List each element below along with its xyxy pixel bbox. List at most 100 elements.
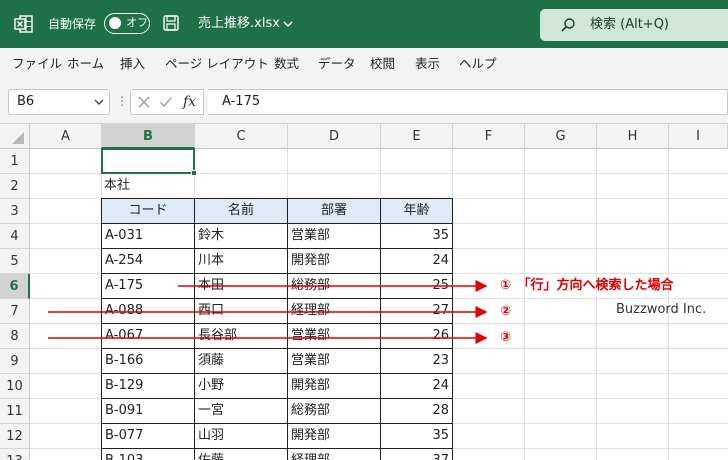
table-cell[interactable]: A-067 xyxy=(101,323,195,349)
table-header-e[interactable]: 年齢 xyxy=(380,198,453,224)
table-header-b[interactable]: コード xyxy=(101,198,195,224)
table-cell[interactable]: 27 xyxy=(380,298,453,324)
row-header-1[interactable]: 1 xyxy=(0,149,30,174)
table-cell[interactable]: 24 xyxy=(380,248,453,274)
table-cell[interactable]: 開発部 xyxy=(287,423,381,449)
name-box[interactable]: B6 xyxy=(8,89,110,115)
column-header-i[interactable]: I xyxy=(669,124,728,149)
fill-handle[interactable] xyxy=(191,170,197,176)
column-header-a[interactable]: A xyxy=(30,124,102,149)
table-cell[interactable]: B-077 xyxy=(101,423,195,449)
menu-view[interactable]: 表示 xyxy=(415,48,440,80)
table-cell[interactable]: 川本 xyxy=(194,248,288,274)
watermark: Buzzword Inc. xyxy=(616,302,707,317)
row-header-8[interactable]: 8 xyxy=(0,324,30,349)
table-cell[interactable]: B-103 xyxy=(101,448,195,460)
active-cell-outline xyxy=(101,148,195,174)
column-header-e[interactable]: E xyxy=(381,124,453,149)
table-cell[interactable]: B-166 xyxy=(101,348,195,374)
table-cell[interactable]: A-254 xyxy=(101,248,195,274)
menu-home[interactable]: ホーム xyxy=(67,48,104,80)
column-header-g[interactable]: G xyxy=(525,124,597,149)
menu-file[interactable]: ファイル xyxy=(12,48,62,80)
table-cell[interactable]: 35 xyxy=(380,423,453,449)
table-header-c[interactable]: 名前 xyxy=(194,198,288,224)
table-cell[interactable]: B-129 xyxy=(101,373,195,399)
table-cell[interactable]: 開発部 xyxy=(287,373,381,399)
formula-buttons: fx xyxy=(130,89,204,115)
table-cell[interactable]: 西口 xyxy=(194,298,288,324)
table-cell[interactable]: 山羽 xyxy=(194,423,288,449)
table-cell[interactable]: 小野 xyxy=(194,373,288,399)
menu-formulas[interactable]: 数式 xyxy=(274,48,299,80)
menu-page-layout[interactable]: ページ レイアウト xyxy=(165,48,269,80)
menu-data[interactable]: データ xyxy=(318,48,356,80)
table-cell[interactable]: 35 xyxy=(380,223,453,249)
file-name[interactable]: 売上推移.xlsx xyxy=(198,14,280,34)
formula-input[interactable]: A-175 xyxy=(208,89,728,115)
table-cell[interactable]: 28 xyxy=(380,398,453,424)
table-cell[interactable]: 本田 xyxy=(194,273,288,299)
table-cell[interactable]: 経理部 xyxy=(287,298,381,324)
row-header-12[interactable]: 12 xyxy=(0,424,30,449)
column-header-c[interactable]: C xyxy=(195,124,288,149)
row-header-6[interactable]: 6 xyxy=(0,274,30,299)
formula-value: A-175 xyxy=(222,94,261,109)
row-header-2[interactable]: 2 xyxy=(0,174,30,199)
table-cell[interactable]: 一宮 xyxy=(194,398,288,424)
table-cell[interactable]: 25 xyxy=(380,273,453,299)
row-header-5[interactable]: 5 xyxy=(0,249,30,274)
select-all-button[interactable] xyxy=(0,124,30,149)
table-cell[interactable]: 総務部 xyxy=(287,398,381,424)
table-cell[interactable]: 営業部 xyxy=(287,323,381,349)
table-cell[interactable]: 佐藤 xyxy=(194,448,288,460)
row-header-3[interactable]: 3 xyxy=(0,199,30,224)
table-cell[interactable]: 長谷部 xyxy=(194,323,288,349)
chevron-down-icon[interactable] xyxy=(282,14,294,34)
cell-b2[interactable]: 本社 xyxy=(101,174,194,198)
menu-insert[interactable]: 挿入 xyxy=(120,48,145,80)
gridline xyxy=(596,149,597,460)
column-header-f[interactable]: F xyxy=(453,124,525,149)
row-header-9[interactable]: 9 xyxy=(0,349,30,374)
save-icon[interactable] xyxy=(162,14,180,32)
search-icon xyxy=(561,18,575,32)
table-cell[interactable]: A-031 xyxy=(101,223,195,249)
chevron-down-icon[interactable] xyxy=(93,96,105,108)
table-cell[interactable]: A-088 xyxy=(101,298,195,324)
table-cell[interactable]: 営業部 xyxy=(287,223,381,249)
search-box[interactable]: 検索 (Alt+Q) xyxy=(540,9,728,41)
table-cell[interactable]: 経理部 xyxy=(287,448,381,460)
table-cell[interactable]: 26 xyxy=(380,323,453,349)
row-header-13[interactable]: 13 xyxy=(0,449,30,460)
cancel-icon[interactable] xyxy=(137,95,151,109)
row-header-11[interactable]: 11 xyxy=(0,399,30,424)
search-placeholder: 検索 (Alt+Q) xyxy=(590,17,670,32)
checkmark-icon[interactable] xyxy=(159,95,173,109)
name-box-value: B6 xyxy=(17,94,35,109)
row-header-7[interactable]: 7 xyxy=(0,299,30,324)
table-cell[interactable]: 営業部 xyxy=(287,348,381,374)
menu-review[interactable]: 校閲 xyxy=(370,48,395,80)
table-cell[interactable]: 鈴木 xyxy=(194,223,288,249)
table-cell[interactable]: 37 xyxy=(380,448,453,460)
autosave-toggle[interactable]: オフ xyxy=(104,13,150,34)
table-cell[interactable]: 開発部 xyxy=(287,248,381,274)
excel-app-icon[interactable] xyxy=(14,14,34,34)
column-header-b[interactable]: B xyxy=(102,124,195,149)
row-header-10[interactable]: 10 xyxy=(0,374,30,399)
row-header-4[interactable]: 4 xyxy=(0,224,30,249)
select-all-triangle-icon xyxy=(12,132,24,144)
table-cell[interactable]: 24 xyxy=(380,373,453,399)
table-cell[interactable]: 23 xyxy=(380,348,453,374)
table-cell[interactable]: B-091 xyxy=(101,398,195,424)
insert-function-icon[interactable]: fx xyxy=(183,90,196,114)
menu-help[interactable]: ヘルプ xyxy=(459,48,497,80)
table-cell[interactable]: A-175 xyxy=(101,273,195,299)
column-header-h[interactable]: H xyxy=(597,124,669,149)
table-header-d[interactable]: 部署 xyxy=(287,198,381,224)
more-dots-icon[interactable]: ⋮ xyxy=(116,90,128,112)
table-cell[interactable]: 須藤 xyxy=(194,348,288,374)
table-cell[interactable]: 総務部 xyxy=(287,273,381,299)
column-header-d[interactable]: D xyxy=(288,124,381,149)
